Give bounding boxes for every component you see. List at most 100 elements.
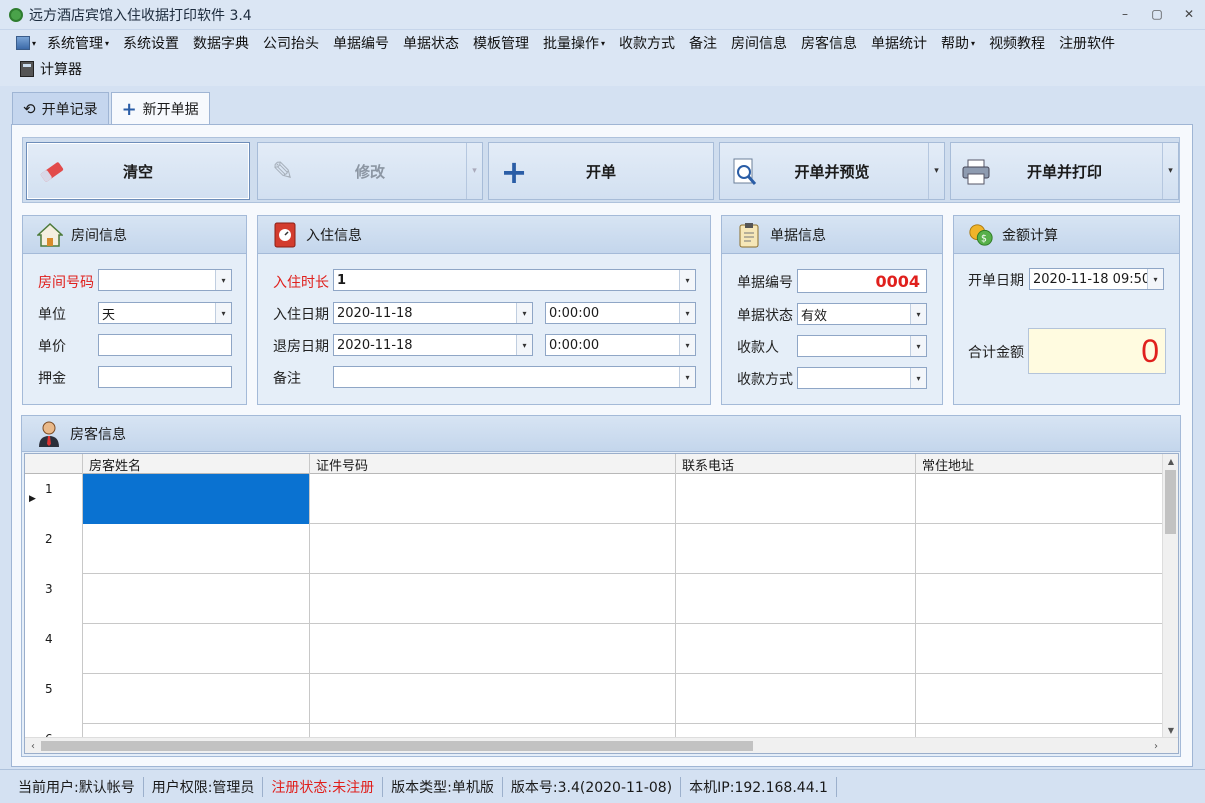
scroll-down-icon[interactable]: ▼	[1163, 723, 1178, 737]
scroll-up-icon[interactable]: ▲	[1163, 454, 1178, 468]
address-cell[interactable]	[916, 674, 1165, 724]
table-row[interactable]: 5	[25, 674, 1165, 724]
column-header-phone[interactable]: 联系电话	[676, 454, 916, 474]
chevron-down-icon[interactable]: ▾	[516, 335, 532, 355]
close-button[interactable]: ✕	[1181, 6, 1197, 22]
guest-name-cell[interactable]	[83, 524, 310, 574]
payment-method-select[interactable]: ▾	[797, 367, 927, 389]
row-header[interactable]: 1 ▶	[25, 474, 83, 524]
chevron-down-icon[interactable]: ▾	[679, 303, 695, 323]
chevron-down-icon[interactable]: ▾	[516, 303, 532, 323]
column-header-id[interactable]: 证件号码	[310, 454, 676, 474]
id-number-cell[interactable]	[310, 474, 676, 524]
phone-cell[interactable]	[676, 524, 916, 574]
chevron-down-icon[interactable]: ▾	[215, 303, 231, 323]
remark-field[interactable]: ▾	[333, 366, 696, 388]
phone-cell[interactable]	[676, 624, 916, 674]
edit-dropdown-arrow[interactable]: ▾	[466, 143, 482, 199]
menu-receipt-stats[interactable]: 单据统计	[864, 31, 934, 55]
scroll-right-icon[interactable]: ›	[1148, 738, 1164, 753]
vertical-scroll-thumb[interactable]	[1165, 470, 1176, 534]
issue-date-picker[interactable]: 2020-11-18 09:50 ▾	[1029, 268, 1164, 290]
address-cell[interactable]	[916, 574, 1165, 624]
chevron-down-icon[interactable]: ▾	[215, 270, 231, 290]
chevron-down-icon[interactable]: ▾	[679, 270, 695, 290]
menu-calculator[interactable]: 计算器	[20, 57, 89, 81]
chevron-down-icon[interactable]: ▾	[1147, 269, 1163, 289]
menu-room-info[interactable]: 房间信息	[724, 31, 794, 55]
address-cell[interactable]	[916, 524, 1165, 574]
phone-cell[interactable]	[676, 674, 916, 724]
address-cell[interactable]	[916, 474, 1165, 524]
chevron-down-icon[interactable]: ▾	[910, 336, 926, 356]
receipt-status-select[interactable]: 有效 ▾	[797, 303, 927, 325]
menu-help[interactable]: 帮助 ▾	[934, 31, 982, 55]
guest-name-cell[interactable]	[83, 574, 310, 624]
row-header[interactable]: 3	[25, 574, 83, 624]
receipt-number-field[interactable]: 0004	[797, 269, 927, 293]
open-print-button[interactable]: 开单并打印 ▾	[950, 142, 1179, 200]
horizontal-scroll-thumb[interactable]	[41, 741, 753, 751]
phone-cell[interactable]	[676, 574, 916, 624]
address-cell[interactable]	[916, 624, 1165, 674]
clear-button[interactable]: 清空	[26, 142, 250, 200]
maximize-button[interactable]: ▢	[1149, 6, 1165, 22]
column-header-name[interactable]: 房客姓名	[83, 454, 310, 474]
print-dropdown-arrow[interactable]: ▾	[1162, 143, 1178, 199]
checkout-date-picker[interactable]: 2020-11-18 ▾	[333, 334, 533, 356]
menu-payment-method[interactable]: 收款方式	[612, 31, 682, 55]
app-menu-button[interactable]: ▾	[12, 31, 40, 55]
menu-company-header[interactable]: 公司抬头	[256, 31, 326, 55]
table-row[interactable]: 2	[25, 524, 1165, 574]
table-row[interactable]: 4	[25, 624, 1165, 674]
menu-system-manage[interactable]: 系统管理 ▾	[40, 31, 116, 55]
row-header[interactable]: 5	[25, 674, 83, 724]
id-number-cell[interactable]	[310, 624, 676, 674]
checkin-date-picker[interactable]: 2020-11-18 ▾	[333, 302, 533, 324]
edit-button[interactable]: ✎ 修改 ▾	[257, 142, 483, 200]
minimize-button[interactable]: –	[1117, 6, 1133, 22]
guest-name-cell[interactable]	[83, 674, 310, 724]
price-field[interactable]	[98, 334, 232, 356]
menu-register[interactable]: 注册软件	[1052, 31, 1122, 55]
menu-data-dictionary[interactable]: 数据字典	[186, 31, 256, 55]
chevron-down-icon[interactable]: ▾	[910, 368, 926, 388]
open-preview-button[interactable]: 开单并预览 ▾	[719, 142, 945, 200]
row-header[interactable]: 4	[25, 624, 83, 674]
payee-select[interactable]: ▾	[797, 335, 927, 357]
scroll-left-icon[interactable]: ‹	[25, 738, 41, 753]
room-no-field[interactable]: ▾	[98, 269, 232, 291]
guest-table[interactable]: 房客姓名 证件号码 联系电话 常住地址 1 ▶ 2 3 4 5 ▲ ▼ ‹ ›	[24, 453, 1179, 754]
checkin-time-picker[interactable]: 0:00:00 ▾	[545, 302, 696, 324]
phone-cell[interactable]	[676, 474, 916, 524]
row-header[interactable]: 2	[25, 524, 83, 574]
menu-guest-info[interactable]: 房客信息	[794, 31, 864, 55]
tab-new-receipt[interactable]: + 新开单据	[110, 92, 210, 125]
id-number-cell[interactable]	[310, 524, 676, 574]
tab-records[interactable]: ⟲ 开单记录	[12, 92, 109, 124]
guest-name-cell[interactable]	[83, 474, 310, 524]
preview-dropdown-arrow[interactable]: ▾	[928, 143, 944, 199]
checkout-time-picker[interactable]: 0:00:00 ▾	[545, 334, 696, 356]
column-header-address[interactable]: 常住地址	[916, 454, 1165, 474]
guest-name-cell[interactable]	[83, 624, 310, 674]
deposit-field[interactable]	[98, 366, 232, 388]
chevron-down-icon[interactable]: ▾	[679, 367, 695, 387]
vertical-scrollbar[interactable]: ▲ ▼	[1162, 454, 1178, 737]
menu-remark[interactable]: 备注	[682, 31, 724, 55]
id-number-cell[interactable]	[310, 674, 676, 724]
chevron-down-icon[interactable]: ▾	[910, 304, 926, 324]
id-number-cell[interactable]	[310, 574, 676, 624]
menu-template-manage[interactable]: 模板管理	[466, 31, 536, 55]
menu-receipt-status[interactable]: 单据状态	[396, 31, 466, 55]
menu-receipt-number[interactable]: 单据编号	[326, 31, 396, 55]
unit-select[interactable]: 天 ▾	[98, 302, 232, 324]
menu-video-tutorial[interactable]: 视频教程	[982, 31, 1052, 55]
duration-field[interactable]: 1 ▾	[333, 269, 696, 291]
horizontal-scrollbar[interactable]: ‹ ›	[25, 737, 1178, 753]
menu-batch-ops[interactable]: 批量操作 ▾	[536, 31, 612, 55]
open-receipt-button[interactable]: + 开单	[488, 142, 714, 200]
chevron-down-icon[interactable]: ▾	[679, 335, 695, 355]
table-row[interactable]: 1 ▶	[25, 474, 1165, 524]
table-row[interactable]: 3	[25, 574, 1165, 624]
